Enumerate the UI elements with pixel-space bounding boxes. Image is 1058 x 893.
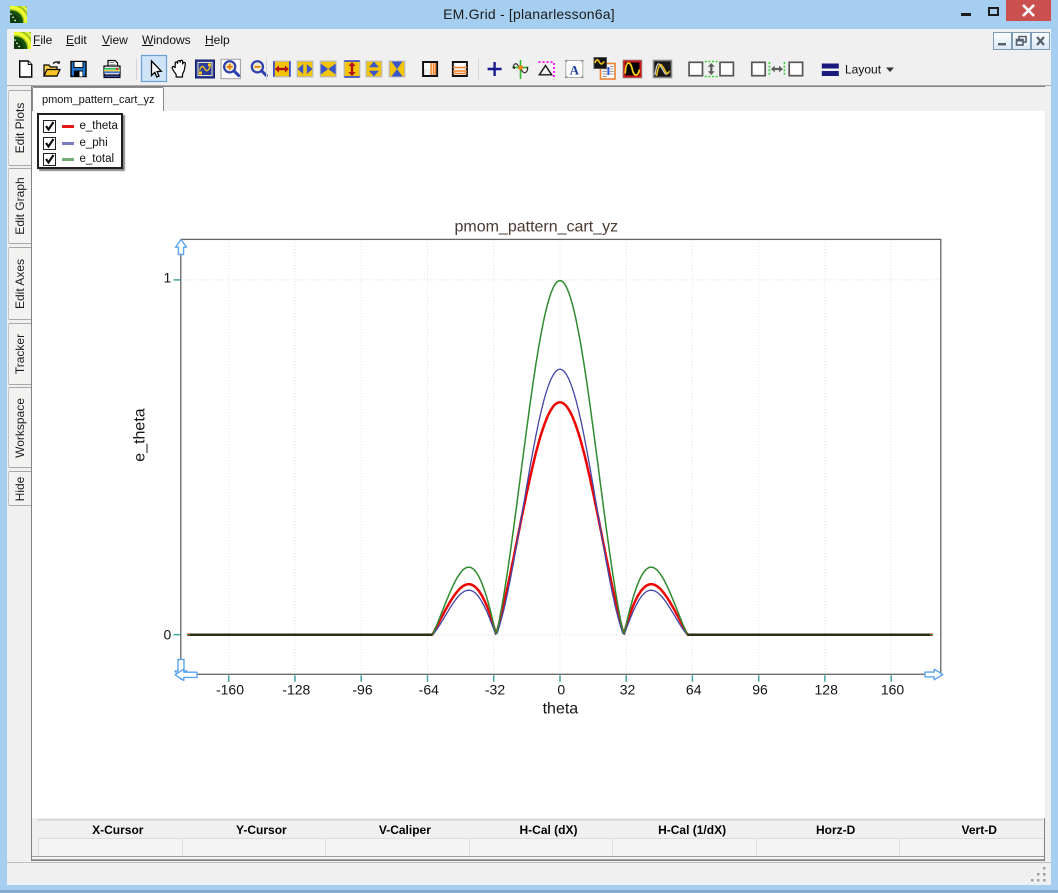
svg-text:0: 0 xyxy=(557,682,565,698)
svg-text:-32: -32 xyxy=(485,682,505,698)
svg-text:e_theta: e_theta xyxy=(132,408,149,461)
svg-text:-160: -160 xyxy=(216,682,244,698)
svg-text:theta: theta xyxy=(543,701,579,718)
svg-text:32: 32 xyxy=(620,682,636,698)
svg-text:96: 96 xyxy=(752,682,768,698)
svg-text:A: A xyxy=(570,63,580,78)
svg-text:160: 160 xyxy=(881,682,905,698)
svg-text:-96: -96 xyxy=(352,682,372,698)
svg-text:-128: -128 xyxy=(282,682,310,698)
svg-text:-64: -64 xyxy=(419,682,439,698)
svg-text:Layout: Layout xyxy=(845,63,882,77)
svg-text:128: 128 xyxy=(815,682,839,698)
svg-text:pmom_pattern_cart_yz: pmom_pattern_cart_yz xyxy=(454,219,618,236)
svg-text:0: 0 xyxy=(164,627,172,643)
svg-text:1: 1 xyxy=(164,270,172,286)
svg-text:64: 64 xyxy=(686,682,702,698)
